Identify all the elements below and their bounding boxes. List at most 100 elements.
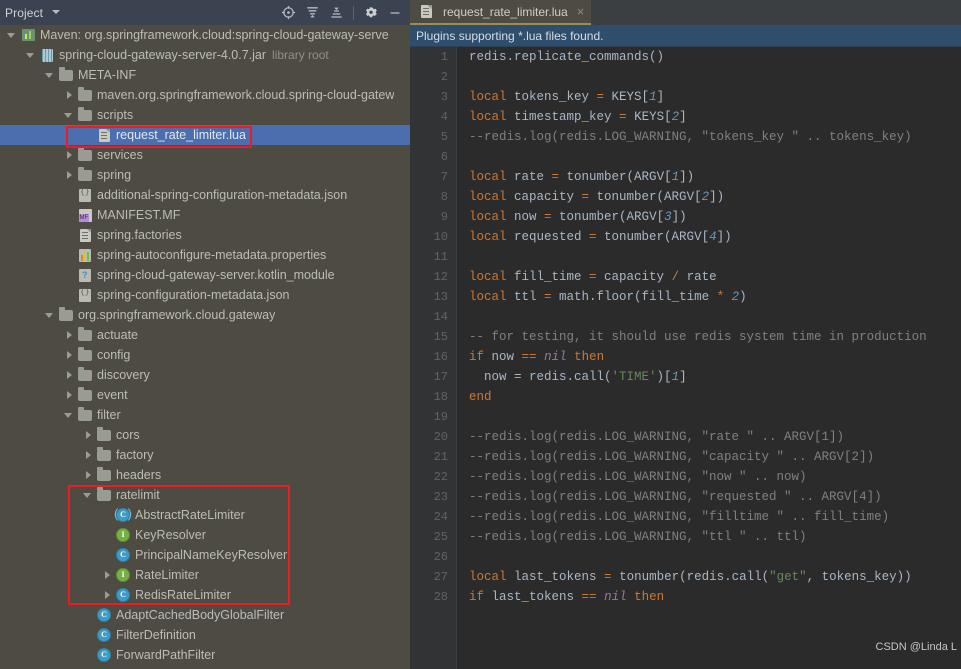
chevron-down-icon[interactable]: [23, 47, 39, 63]
code-token: end: [469, 390, 492, 404]
line-number: 18: [433, 390, 448, 404]
code-token: =: [604, 570, 612, 584]
settings-gear-icon[interactable]: [360, 2, 382, 24]
close-icon[interactable]: ×: [577, 4, 585, 19]
tree-row[interactable]: I RateLimiter: [0, 565, 410, 585]
chevron-right-icon[interactable]: [61, 147, 77, 163]
folder-icon: [96, 466, 112, 483]
chevron-right-icon[interactable]: [61, 387, 77, 403]
class-icon: C: [115, 547, 131, 563]
tree-row[interactable]: headers: [0, 465, 410, 485]
project-tree[interactable]: Maven: org.springframework.cloud:spring-…: [0, 25, 410, 669]
chevron-down-icon[interactable]: [80, 487, 96, 503]
chevron-down-icon[interactable]: [51, 7, 63, 19]
code-token: "get": [769, 570, 807, 584]
code-line: --redis.log(redis.LOG_WARNING, "ttl " ..…: [469, 527, 961, 547]
tree-row[interactable]: C FilterDefinition: [0, 625, 410, 645]
chevron-down-icon[interactable]: [42, 67, 58, 83]
tree-row[interactable]: filter: [0, 405, 410, 425]
chevron-right-icon[interactable]: [61, 367, 77, 383]
plugin-notification-bar[interactable]: Plugins supporting *.lua files found.: [410, 25, 961, 47]
code-line: redis.replicate_commands(): [469, 47, 961, 67]
tree-row[interactable]: spring: [0, 165, 410, 185]
tree-row[interactable]: spring-autoconfigure-metadata.properties: [0, 245, 410, 265]
code-line: --redis.log(redis.LOG_WARNING, "now " ..…: [469, 467, 961, 487]
folder-icon: [96, 446, 112, 463]
tree-row-label: MANIFEST.MF: [97, 208, 181, 222]
chevron-right-icon[interactable]: [61, 87, 77, 103]
chevron-down-icon[interactable]: [61, 107, 77, 123]
tree-row[interactable]: request_rate_limiter.lua: [0, 125, 410, 145]
code-editor[interactable]: 1 2 3 4 5 6 7 8 9 10 11 12 13 14 15 16 17 18 19 20 21 22 23 24 2…: [410, 47, 961, 669]
tree-row[interactable]: ratelimit: [0, 485, 410, 505]
tree-row[interactable]: factory: [0, 445, 410, 465]
interface-icon: I: [115, 567, 131, 583]
tree-row[interactable]: org.springframework.cloud.gateway: [0, 305, 410, 325]
code-token: local: [469, 210, 507, 224]
code-token: KEYS[: [626, 110, 672, 124]
code-token: ttl: [506, 290, 545, 304]
tree-row[interactable]: C AdaptCachedBodyGlobalFilter: [0, 605, 410, 625]
folder-icon: [77, 106, 93, 123]
chevron-right-icon[interactable]: [61, 327, 77, 343]
tree-row[interactable]: spring-cloud-gateway-server.kotlin_modul…: [0, 265, 410, 285]
line-number: 11: [433, 250, 448, 264]
tree-row-label: ForwardPathFilter: [116, 648, 216, 662]
chevron-right-icon[interactable]: [61, 347, 77, 363]
tree-row-label: AbstractRateLimiter: [135, 508, 245, 522]
code-content[interactable]: redis.replicate_commands() local tokens_…: [465, 47, 961, 669]
tree-row[interactable]: maven.org.springframework.cloud.spring-c…: [0, 85, 410, 105]
chevron-down-icon[interactable]: [61, 407, 77, 423]
tab-label: request_rate_limiter.lua: [443, 4, 568, 19]
tree-row[interactable]: C ForwardPathFilter: [0, 645, 410, 665]
code-token: 4: [709, 230, 717, 244]
tree-row[interactable]: spring-configuration-metadata.json: [0, 285, 410, 305]
code-token: nil: [544, 350, 567, 364]
tree-row[interactable]: config: [0, 345, 410, 365]
chevron-right-icon[interactable]: [61, 167, 77, 183]
tree-row[interactable]: spring.factories: [0, 225, 410, 245]
code-token: local: [469, 270, 507, 284]
tree-row[interactable]: services: [0, 145, 410, 165]
tree-row[interactable]: I KeyResolver: [0, 525, 410, 545]
tree-row[interactable]: spring-cloud-gateway-server-4.0.7.jar lib…: [0, 45, 410, 65]
tree-row[interactable]: MANIFEST.MF: [0, 205, 410, 225]
tree-row-label: KeyResolver: [135, 528, 206, 542]
tree-row-label: ratelimit: [116, 488, 160, 502]
code-token: tonumber(ARGV[: [551, 210, 665, 224]
minimize-icon[interactable]: [384, 2, 406, 24]
tree-row[interactable]: scripts: [0, 105, 410, 125]
tree-row[interactable]: META-INF: [0, 65, 410, 85]
code-token: =: [544, 210, 552, 224]
chevron-right-icon[interactable]: [80, 467, 96, 483]
tree-row[interactable]: discovery: [0, 365, 410, 385]
tree-row-label: org.springframework.cloud.gateway: [78, 308, 276, 322]
tree-row[interactable]: C RedisRateLimiter: [0, 585, 410, 605]
folder-icon: [77, 166, 93, 183]
tree-row[interactable]: additional-spring-configuration-metadata…: [0, 185, 410, 205]
chevron-right-icon[interactable]: [80, 427, 96, 443]
code-line: --redis.log(redis.LOG_WARNING, "requeste…: [469, 487, 961, 507]
tree-row[interactable]: event: [0, 385, 410, 405]
tree-row[interactable]: Maven: org.springframework.cloud:spring-…: [0, 25, 410, 45]
tree-row[interactable]: C PrincipalNameKeyResolver: [0, 545, 410, 565]
tree-row[interactable]: CAbstractRateLimiter: [0, 505, 410, 525]
properties-file-icon: [77, 247, 93, 263]
tree-row-label: RedisRateLimiter: [135, 588, 231, 602]
chevron-down-icon[interactable]: [4, 27, 20, 43]
locate-icon[interactable]: [277, 2, 299, 24]
chevron-right-icon[interactable]: [80, 447, 96, 463]
tab-request-rate-limiter-lua[interactable]: request_rate_limiter.lua ×: [410, 0, 592, 25]
tree-row[interactable]: cors: [0, 425, 410, 445]
gutter-divider: [456, 47, 465, 669]
chevron-right-icon[interactable]: [99, 587, 115, 603]
tree-row[interactable]: actuate: [0, 325, 410, 345]
chevron-right-icon[interactable]: [99, 567, 115, 583]
expand-all-icon[interactable]: [301, 2, 323, 24]
code-token: ]: [656, 90, 665, 104]
chevron-down-icon[interactable]: [42, 307, 58, 323]
code-line: end: [469, 387, 961, 407]
collapse-all-icon[interactable]: [325, 2, 347, 24]
